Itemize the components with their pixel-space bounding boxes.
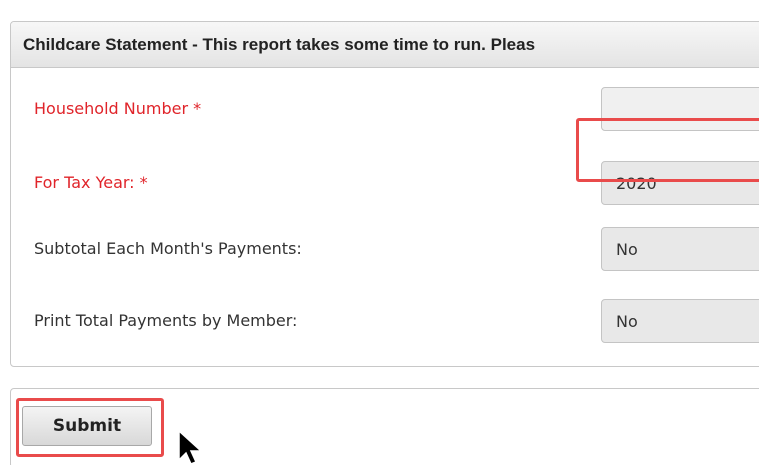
household-number-label: Household Number * [34, 99, 202, 118]
panel-header: Childcare Statement - This report takes … [11, 22, 759, 68]
tax-year-highlight [576, 118, 759, 182]
mouse-pointer-icon [178, 430, 203, 465]
total-by-member-select[interactable]: No [601, 299, 759, 343]
tax-year-label: For Tax Year: * [34, 173, 148, 192]
report-options-panel: Childcare Statement - This report takes … [10, 21, 759, 367]
submit-highlight [16, 398, 164, 457]
total-by-member-label: Print Total Payments by Member: [34, 311, 298, 330]
subtotal-monthly-select[interactable]: No [601, 227, 759, 271]
panel-title: Childcare Statement - This report takes … [23, 34, 536, 54]
form-row-subtotal-monthly: Subtotal Each Month's Payments: No [11, 227, 759, 273]
form-row-total-by-member: Print Total Payments by Member: No [11, 299, 759, 345]
subtotal-monthly-label: Subtotal Each Month's Payments: [34, 239, 302, 258]
report-page: Childcare Statement - This report takes … [0, 0, 759, 465]
